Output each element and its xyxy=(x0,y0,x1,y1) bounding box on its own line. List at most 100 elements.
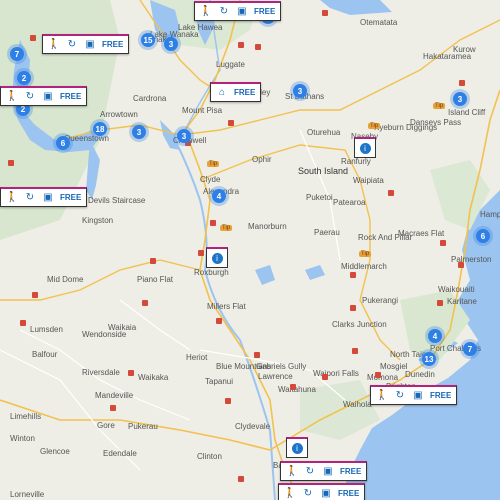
place-label: Kingston xyxy=(82,216,114,225)
road-shield xyxy=(30,35,36,41)
cluster-marker[interactable]: 7 xyxy=(463,342,477,356)
info-pin-icon: i xyxy=(291,442,303,454)
price-label: FREE xyxy=(430,391,452,400)
road-shield xyxy=(350,305,356,311)
price-label: FREE xyxy=(254,7,276,16)
info-board-icon: ▣ xyxy=(321,488,331,499)
road-shield xyxy=(20,320,26,326)
info-board-icon: ▣ xyxy=(237,6,247,17)
place-label: Heriot xyxy=(186,353,208,362)
road-shield xyxy=(322,10,328,16)
track-card[interactable]: 🚶 ↻ ▣ FREE xyxy=(280,461,368,481)
road-shield xyxy=(110,405,116,411)
place-label: Cardrona xyxy=(133,94,167,103)
road-shield xyxy=(216,318,222,324)
place-label: Glencoe xyxy=(40,447,70,456)
track-card[interactable]: ⌂ FREE xyxy=(210,82,262,102)
place-label: Clyde xyxy=(200,175,221,184)
cluster-marker[interactable]: 7 xyxy=(10,47,24,61)
road-shield xyxy=(322,374,328,380)
track-card[interactable]: 🚶 ↻ ▣ FREE xyxy=(370,385,458,405)
cluster-marker[interactable]: 18 xyxy=(93,122,107,136)
place-label: Puketoi xyxy=(306,193,333,202)
road-shield xyxy=(254,352,260,358)
cluster-marker[interactable]: 13 xyxy=(422,352,436,366)
place-label: Otematata xyxy=(360,18,398,27)
road-shield xyxy=(255,44,261,50)
place-label: Island Cliff xyxy=(448,108,486,117)
road-shield xyxy=(388,190,394,196)
map-canvas[interactable]: Lake HaweaLuggateLindis ValleyCardronaMo… xyxy=(0,0,500,500)
place-label: Lumsden xyxy=(30,325,63,334)
place-label: Hampden xyxy=(480,210,500,219)
track-card[interactable]: 🚶 ↻ ▣ FREE xyxy=(278,483,366,500)
place-label: Arrowtown xyxy=(100,110,138,119)
place-label: Karitane xyxy=(447,297,477,306)
info-poi-marker[interactable]: i xyxy=(354,137,376,158)
place-label: Momona xyxy=(367,373,399,382)
place-label: Hakataramea xyxy=(423,52,472,61)
cluster-marker[interactable]: 3 xyxy=(164,37,178,51)
track-card[interactable]: 🚶 ↻ ▣ FREE xyxy=(0,86,88,106)
price-label: FREE xyxy=(102,40,124,49)
place-label: Balfour xyxy=(32,350,58,359)
place-label: Piano Flat xyxy=(137,275,174,284)
road-shield xyxy=(437,300,443,306)
hut-icon: ⌂ xyxy=(218,87,226,98)
info-board-icon: ▣ xyxy=(43,91,53,102)
cluster-marker[interactable]: 6 xyxy=(476,229,490,243)
place-label: Waikaka xyxy=(138,373,169,382)
road-shield xyxy=(350,272,356,278)
road-shield xyxy=(150,258,156,264)
place-label: Devils Staircase xyxy=(88,196,146,205)
tip-marker[interactable]: Tip xyxy=(433,103,446,109)
cluster-marker[interactable]: 6 xyxy=(56,136,70,150)
place-label: Mid Dome xyxy=(47,275,84,284)
cluster-marker[interactable]: 3 xyxy=(293,84,307,98)
tip-marker[interactable]: Tip xyxy=(359,251,372,257)
place-label: Tapanui xyxy=(205,377,234,386)
place-label: Clydevale xyxy=(235,422,271,431)
cluster-marker[interactable]: 3 xyxy=(177,129,191,143)
track-card[interactable]: 🚶 ↻ ▣ FREE xyxy=(0,187,88,207)
tip-marker[interactable]: Tip xyxy=(207,161,220,167)
place-label: Waikouaiti xyxy=(438,285,475,294)
place-label: South Island xyxy=(298,166,349,176)
place-label: Waitahuna xyxy=(278,385,316,394)
info-pin-icon: i xyxy=(359,142,371,154)
cluster-marker[interactable]: 3 xyxy=(453,92,467,106)
track-card[interactable]: 🚶 ↻ ▣ FREE xyxy=(42,34,130,54)
road-shield xyxy=(142,300,148,306)
place-label: Pukerangi xyxy=(362,296,399,305)
track-card[interactable]: 🚶 ↻ ▣ FREE xyxy=(194,1,282,21)
info-board-icon: ▣ xyxy=(323,466,333,477)
loop-icon: ↻ xyxy=(25,192,35,203)
info-board-icon: ▣ xyxy=(85,39,95,50)
cluster-marker[interactable]: 4 xyxy=(428,329,442,343)
info-poi-marker[interactable]: i xyxy=(206,247,228,268)
place-label: Middlemarch xyxy=(341,262,387,271)
walk-icon: 🚶 xyxy=(199,6,213,17)
cluster-marker[interactable]: 15 xyxy=(141,33,155,47)
info-poi-marker[interactable]: i xyxy=(286,437,308,458)
road-shield xyxy=(290,384,296,390)
walk-icon: 🚶 xyxy=(47,39,61,50)
place-label: Clarks Junction xyxy=(332,320,387,329)
place-label: Ranfurly xyxy=(341,157,371,166)
loop-icon: ↻ xyxy=(219,6,229,17)
cluster-marker[interactable]: 4 xyxy=(212,189,226,203)
loop-icon: ↻ xyxy=(305,466,315,477)
place-label: Oturehua xyxy=(307,128,341,137)
place-label: Millers Flat xyxy=(207,302,246,311)
place-label: Waipori Falls xyxy=(313,369,359,378)
road-shield xyxy=(128,370,134,376)
info-board-icon: ▣ xyxy=(413,390,423,401)
road-shield xyxy=(225,398,231,404)
cluster-marker[interactable]: 2 xyxy=(17,71,31,85)
cluster-marker[interactable]: 3 xyxy=(132,125,146,139)
tip-marker[interactable]: Tip xyxy=(220,225,233,231)
tip-marker[interactable]: Tip xyxy=(368,123,381,129)
price-label: FREE xyxy=(340,467,362,476)
road-shield xyxy=(228,120,234,126)
place-label: Mount Pisa xyxy=(182,106,223,115)
